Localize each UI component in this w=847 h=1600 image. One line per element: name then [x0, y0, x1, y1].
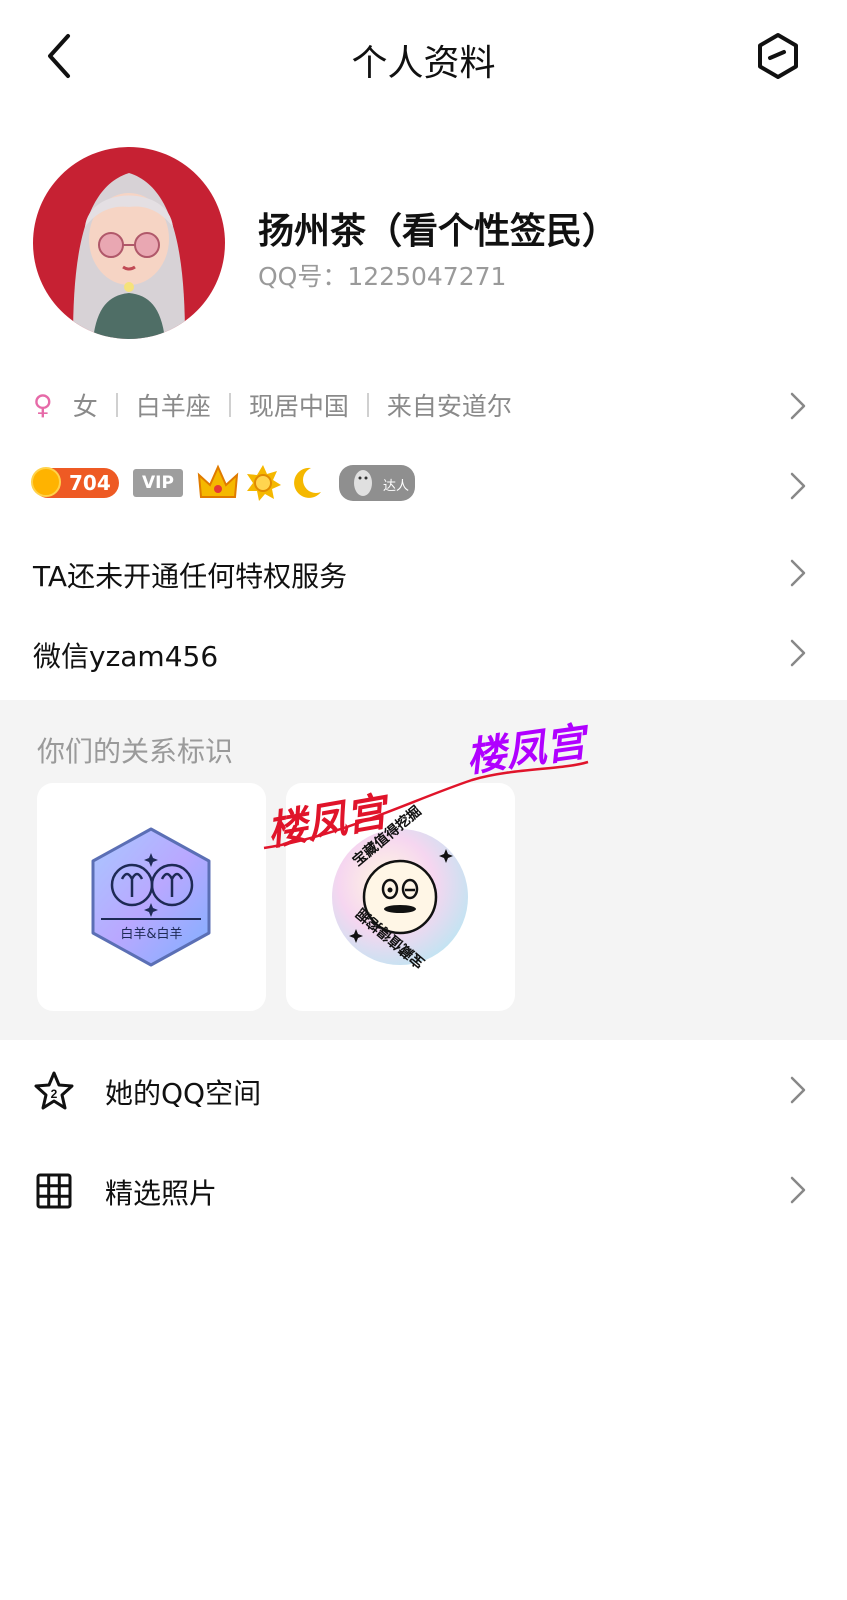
penguin-icon: [354, 470, 372, 496]
divider: [228, 393, 231, 417]
chevron-right-icon: [790, 639, 806, 667]
nickname: 扬州茶（看个性签民）: [258, 211, 619, 252]
avatar[interactable]: [33, 147, 225, 339]
aries-pair-badge: [91, 827, 211, 967]
chevron-right-icon: [790, 472, 806, 500]
relation-card-caption: 白羊&白羊: [120, 927, 183, 942]
signature-row[interactable]: 微信yzam456: [0, 618, 847, 688]
grid-icon: [36, 1173, 72, 1209]
gender: 女: [72, 392, 98, 421]
talent-badge: 达人: [339, 465, 415, 501]
privilege-label: TA还未开通任何特权服务: [33, 560, 348, 593]
crown-icon: [197, 464, 239, 498]
badge-row[interactable]: 704 VIP 达人: [0, 455, 847, 515]
basic-info-row[interactable]: ♀ 女 白羊座 现居中国 来自安道尔: [0, 375, 847, 437]
hexagon-minus-icon: [758, 33, 798, 79]
vip-badge: VIP: [133, 469, 183, 497]
residence: 现居中国: [248, 392, 349, 421]
level-badge: 704: [31, 467, 119, 498]
privilege-row[interactable]: TA还未开通任何特权服务: [0, 538, 847, 608]
coin-icon: [31, 467, 61, 497]
photos-row[interactable]: 精选照片: [0, 1150, 847, 1230]
qzone-row[interactable]: 2 她的QQ空间: [0, 1050, 847, 1130]
relation-title: 你们的关系标识: [37, 735, 234, 768]
signature-label: 微信yzam456: [33, 640, 219, 673]
sun-icon: [247, 465, 281, 501]
female-icon: ♀: [33, 389, 53, 421]
hometown: 来自安道尔: [386, 392, 512, 421]
divider: [366, 393, 369, 417]
more-button[interactable]: [752, 30, 804, 82]
star-number-icon: 2: [34, 1071, 74, 1110]
qzone-label: 她的QQ空间: [105, 1077, 262, 1110]
page-title: 个人资料: [351, 43, 496, 84]
relation-card-zodiac[interactable]: 白羊&白羊: [37, 783, 266, 1011]
chevron-right-icon: [790, 559, 806, 587]
chevron-right-icon: [790, 392, 806, 420]
chevron-right-icon: [790, 1176, 806, 1204]
photos-label: 精选照片: [105, 1177, 218, 1210]
zodiac: 白羊座: [135, 392, 211, 421]
svg-text:2: 2: [51, 1087, 58, 1101]
chevron-right-icon: [790, 1076, 806, 1104]
qq-number: QQ号：1225047271: [258, 262, 507, 291]
avatar-image: [33, 147, 225, 339]
relation-section: 你们的关系标识 白羊&白羊 宝藏值得挖掘 宝藏值得挖掘 楼凤宫 楼凤宫: [0, 700, 847, 1040]
moon-icon: [294, 467, 321, 498]
divider: [115, 393, 118, 417]
